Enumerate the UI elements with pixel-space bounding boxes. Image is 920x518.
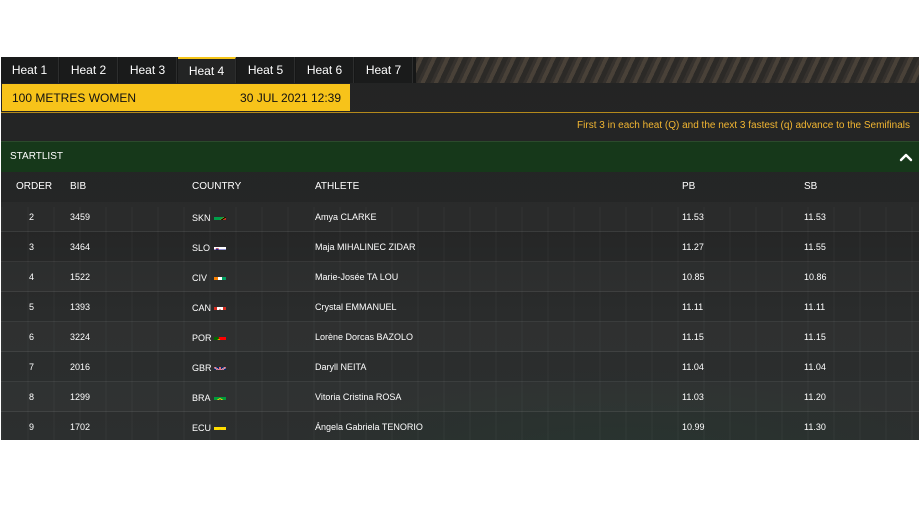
startlist-header[interactable]: STARTLIST bbox=[1, 141, 919, 172]
chevron-up-icon[interactable] bbox=[899, 151, 913, 163]
table-row: 5 1393 CAN Crystal EMMANUEL 11.11 11.11 bbox=[1, 292, 919, 322]
flag-skn-icon bbox=[214, 212, 226, 220]
table-row: 6 3224 POR Lorène Dorcas BAZOLO 11.15 11.15 bbox=[1, 322, 919, 352]
tab-heat-7[interactable]: Heat 7 bbox=[355, 57, 413, 83]
order-cell: 3 bbox=[29, 242, 35, 252]
event-name: 100 METRES WOMEN bbox=[12, 91, 137, 105]
order-cell: 9 bbox=[29, 422, 35, 432]
flag-gbr-icon bbox=[214, 362, 226, 370]
column-header-athlete: ATHLETE bbox=[315, 181, 360, 192]
table-row: 4 1522 CIV Marie-Josée TA LOU 10.85 10.86 bbox=[1, 262, 919, 292]
sb-cell: 11.30 bbox=[804, 422, 826, 432]
sb-cell: 11.11 bbox=[804, 302, 826, 312]
athlete-cell[interactable]: Maja MIHALINEC ZIDAR bbox=[315, 232, 416, 262]
pb-cell: 11.11 bbox=[682, 302, 704, 312]
tab-heat-5[interactable]: Heat 5 bbox=[237, 57, 295, 83]
country-cell: CAN bbox=[192, 303, 212, 313]
order-cell: 5 bbox=[29, 302, 35, 312]
sb-cell: 11.15 bbox=[804, 332, 826, 342]
athlete-cell[interactable]: Crystal EMMANUEL bbox=[315, 292, 397, 322]
results-panel: Heat 1 Heat 2 Heat 3 Heat 4 Heat 5 Heat 6 Heat… bbox=[1, 57, 919, 440]
order-cell: 7 bbox=[29, 362, 35, 372]
bib-cell: 1299 bbox=[70, 392, 91, 402]
order-cell: 6 bbox=[29, 332, 35, 342]
athlete-cell[interactable]: Amya CLARKE bbox=[315, 202, 377, 232]
tab-heat-4[interactable]: Heat 4 bbox=[178, 57, 236, 83]
athlete-cell[interactable]: Lorène Dorcas BAZOLO bbox=[315, 322, 413, 352]
column-header-order: ORDER bbox=[16, 181, 53, 192]
tab-heat-1[interactable]: Heat 1 bbox=[1, 57, 59, 83]
event-header: 100 METRES WOMEN 30 JUL 2021 12:39 bbox=[2, 84, 350, 111]
divider bbox=[1, 112, 919, 113]
order-cell: 8 bbox=[29, 392, 35, 402]
pb-cell: 11.15 bbox=[682, 332, 704, 342]
flag-slo-icon bbox=[214, 242, 226, 250]
table-row: 8 1299 BRA Vitoria Cristina ROSA 11.03 11.20 bbox=[1, 382, 919, 412]
table-row: 2 3459 SKN Amya CLARKE 11.53 11.53 bbox=[1, 202, 919, 232]
column-header-pb: PB bbox=[682, 181, 696, 192]
pb-cell: 11.27 bbox=[682, 242, 704, 252]
bib-cell: 3459 bbox=[70, 212, 91, 222]
country-cell: SLO bbox=[192, 243, 211, 253]
flag-can-icon bbox=[214, 302, 226, 310]
bib-cell: 1393 bbox=[70, 302, 91, 312]
flag-ecu-icon bbox=[214, 422, 226, 430]
pb-cell: 10.85 bbox=[682, 272, 705, 282]
athlete-cell[interactable]: Daryll NEITA bbox=[315, 352, 366, 382]
sb-cell: 10.86 bbox=[804, 272, 827, 282]
flag-por-icon bbox=[214, 332, 226, 340]
bib-cell: 3464 bbox=[70, 242, 91, 252]
sb-cell: 11.55 bbox=[804, 242, 826, 252]
pb-cell: 10.99 bbox=[682, 422, 705, 432]
sb-cell: 11.04 bbox=[804, 362, 826, 372]
athlete-cell[interactable]: Marie-Josée TA LOU bbox=[315, 262, 398, 292]
tab-heat-3[interactable]: Heat 3 bbox=[119, 57, 177, 83]
table-row: 9 1702 ECU Ángela Gabriela TENORIO 10.99 11.3… bbox=[1, 412, 919, 440]
sb-cell: 11.20 bbox=[804, 392, 826, 402]
heat-tabs: Heat 1 Heat 2 Heat 3 Heat 4 Heat 5 Heat 6 Heat… bbox=[1, 57, 919, 83]
order-cell: 2 bbox=[29, 212, 35, 222]
header-artwork bbox=[416, 57, 919, 83]
country-cell: SKN bbox=[192, 213, 211, 223]
country-cell: POR bbox=[192, 333, 212, 343]
bib-cell: 3224 bbox=[70, 332, 91, 342]
event-datetime: 30 JUL 2021 12:39 bbox=[240, 91, 341, 105]
column-header-country: COUNTRY bbox=[192, 181, 242, 192]
country-cell: ECU bbox=[192, 423, 212, 433]
pb-cell: 11.53 bbox=[682, 212, 704, 222]
athlete-cell[interactable]: Ángela Gabriela TENORIO bbox=[315, 412, 423, 440]
sb-cell: 11.53 bbox=[804, 212, 826, 222]
tab-heat-2[interactable]: Heat 2 bbox=[60, 57, 118, 83]
flag-bra-icon bbox=[214, 392, 226, 400]
bib-cell: 1522 bbox=[70, 272, 91, 282]
athlete-cell[interactable]: Vitoria Cristina ROSA bbox=[315, 382, 401, 412]
startlist-title: STARTLIST bbox=[10, 151, 63, 162]
table-row: 7 2016 GBR Daryll NEITA 11.04 11.04 bbox=[1, 352, 919, 382]
country-cell: CIV bbox=[192, 273, 208, 283]
bib-cell: 2016 bbox=[70, 362, 91, 372]
pb-cell: 11.03 bbox=[682, 392, 704, 402]
table-row: 3 3464 SLO Maja MIHALINEC ZIDAR 11.27 11.55 bbox=[1, 232, 919, 262]
tab-heat-6[interactable]: Heat 6 bbox=[296, 57, 354, 83]
column-header-sb: SB bbox=[804, 181, 818, 192]
bib-cell: 1702 bbox=[70, 422, 91, 432]
column-header-bib: BIB bbox=[70, 181, 87, 192]
flag-civ-icon bbox=[214, 272, 226, 280]
country-cell: GBR bbox=[192, 363, 212, 373]
order-cell: 4 bbox=[29, 272, 35, 282]
pb-cell: 11.04 bbox=[682, 362, 704, 372]
advance-note: First 3 in each heat (Q) and the next 3 … bbox=[577, 120, 910, 131]
country-cell: BRA bbox=[192, 393, 211, 403]
